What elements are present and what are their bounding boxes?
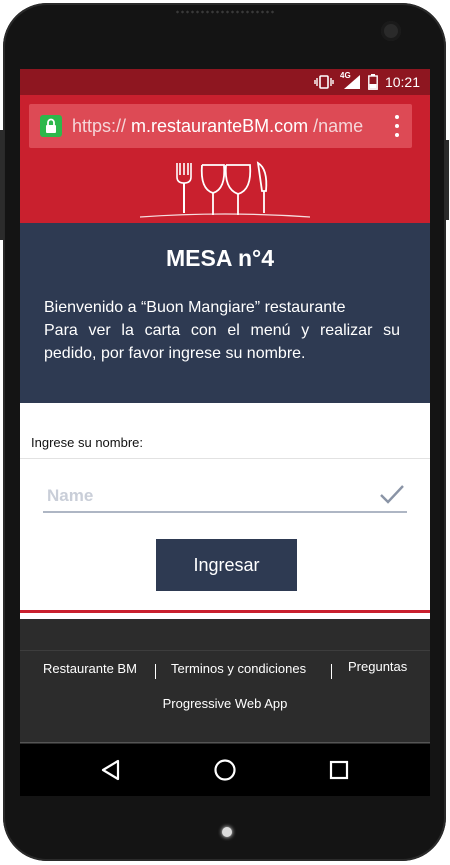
screen: 4G 10:21 https:// m.restauranteBM.com /n… <box>20 69 430 796</box>
footer-link-faq[interactable]: Preguntas <box>348 659 407 674</box>
welcome-section: MESA n°4 Bienvenido a “Buon Mangiare” re… <box>20 223 430 403</box>
more-vert-icon[interactable] <box>394 115 400 137</box>
status-icons: 4G <box>314 71 378 90</box>
footer-links: Restaurante BM Terminos y condiciones Pr… <box>20 659 430 685</box>
name-form: Ingrese su nombre: Ingresar <box>20 403 430 619</box>
url-host: m.restauranteBM.com <box>131 115 309 136</box>
footer-separator <box>331 664 332 679</box>
instructions-text: Para ver la carta con el menú y realizar… <box>44 322 400 362</box>
brand-banner <box>20 157 430 223</box>
footer-subtitle: Progressive Web App <box>162 696 288 711</box>
battery-icon <box>368 74 378 90</box>
welcome-line: Bienvenido a “Buon Mangiare” restaurante <box>44 299 346 316</box>
submit-button[interactable]: Ingresar <box>156 539 297 591</box>
home-circle-icon[interactable] <box>212 757 238 783</box>
address-bar[interactable]: https:// m.restauranteBM.com /name <box>29 104 412 148</box>
status-bar: 4G 10:21 <box>20 69 430 95</box>
recents-square-icon[interactable] <box>326 757 352 783</box>
url-scheme: https:// <box>72 115 127 136</box>
welcome-text: Bienvenido a “Buon Mangiare” restaurante… <box>44 296 400 365</box>
table-title: MESA n°4 <box>165 245 275 271</box>
notification-light <box>222 827 232 837</box>
browser-toolbar: https:// m.restauranteBM.com /name <box>20 95 430 157</box>
footer-separator <box>155 664 156 679</box>
footer-link-restaurant[interactable]: Restaurante BM <box>43 661 137 676</box>
url-path: /name <box>313 115 364 136</box>
footer-bottom-divider <box>20 742 430 743</box>
name-label: Ingrese su nombre: <box>31 435 144 450</box>
side-button-left <box>0 130 4 240</box>
navigation-bar <box>20 744 430 796</box>
lock-icon <box>40 115 62 137</box>
speaker-grille <box>175 9 275 15</box>
url-text: https:// m.restauranteBM.com /name <box>72 116 382 137</box>
name-input[interactable] <box>43 482 391 510</box>
input-underline <box>43 511 407 513</box>
vibrate-icon <box>314 75 334 89</box>
back-triangle-icon[interactable] <box>98 757 124 783</box>
divider <box>20 458 430 459</box>
fork-wineglass-knife-icon <box>139 161 311 218</box>
power-button <box>446 140 449 220</box>
clock: 10:21 <box>384 74 420 90</box>
checkmark-icon <box>380 485 404 504</box>
form-bottom-accent <box>20 610 430 613</box>
footer-link-terms[interactable]: Terminos y condiciones <box>171 661 306 676</box>
front-camera <box>381 21 401 41</box>
signal-icon: 4G <box>340 71 362 89</box>
footer-divider <box>20 650 430 651</box>
footer: Restaurante BM Terminos y condiciones Pr… <box>20 621 430 743</box>
